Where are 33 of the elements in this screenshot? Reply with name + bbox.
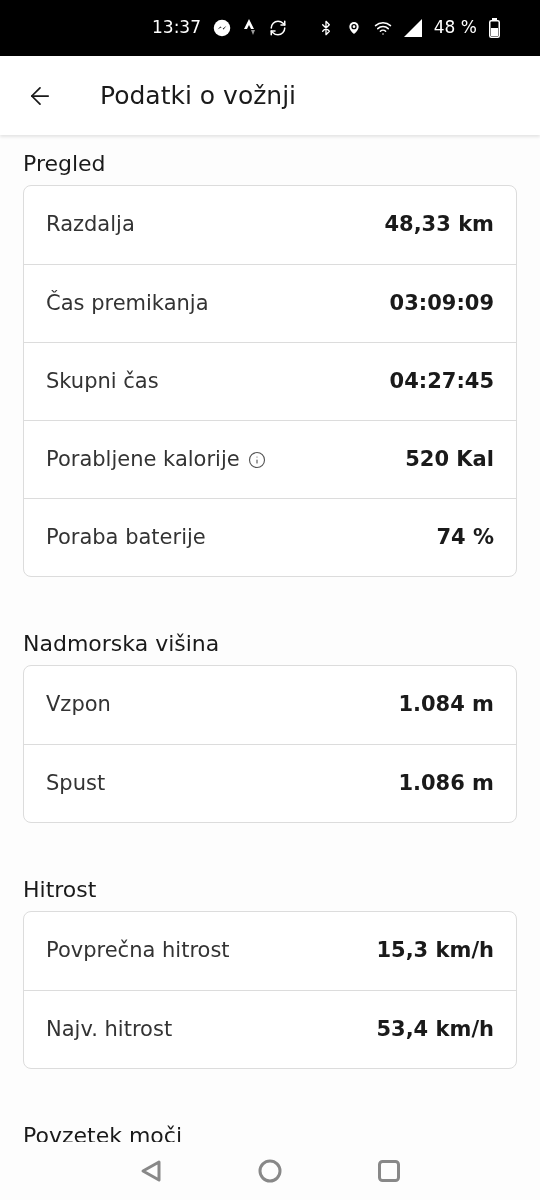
stat-label: Razdalja [46,211,135,239]
stat-label: Poraba baterije [46,523,206,551]
stat-value: 15,3 km/h [376,937,494,965]
stat-label: Skupni čas [46,367,159,395]
stat-value: 53,4 km/h [376,1015,494,1043]
stat-value: 1.086 m [398,769,494,797]
stat-label: Vzpon [46,691,111,719]
battery-icon [489,18,500,38]
stat-label: Čas premikanja [46,289,209,317]
signal-icon [403,19,422,37]
sync-icon [269,19,287,37]
stat-label: Povprečna hitrost [46,937,230,965]
back-nav-icon[interactable] [140,1159,162,1183]
status-time: 13:37 [152,16,201,40]
stat-value: 520 Kal [405,445,494,473]
stat-value: 48,33 km [384,211,494,239]
battery-percent: 48 % [433,16,477,40]
location-icon [345,20,362,36]
wifi-icon [373,19,392,37]
recents-nav-icon[interactable] [378,1160,400,1182]
stat-label: Najv. hitrost [46,1015,173,1043]
stat-value: 03:09:09 [389,289,494,317]
section-title: Pregled [23,150,107,178]
section-title: Hitrost [23,876,98,904]
stat-label: Spust [46,769,106,797]
stat-value: 04:27:45 [389,367,494,395]
stat-label: Porabljene kalorije [46,445,240,473]
stat-value: 1.084 m [398,691,494,719]
stat-value: 74 % [436,523,494,551]
section-title: Nadmorska višina [23,630,221,658]
home-nav-icon[interactable] [258,1159,282,1183]
info-icon[interactable] [247,450,266,469]
page-title: Podatki o vožnji [100,79,297,112]
